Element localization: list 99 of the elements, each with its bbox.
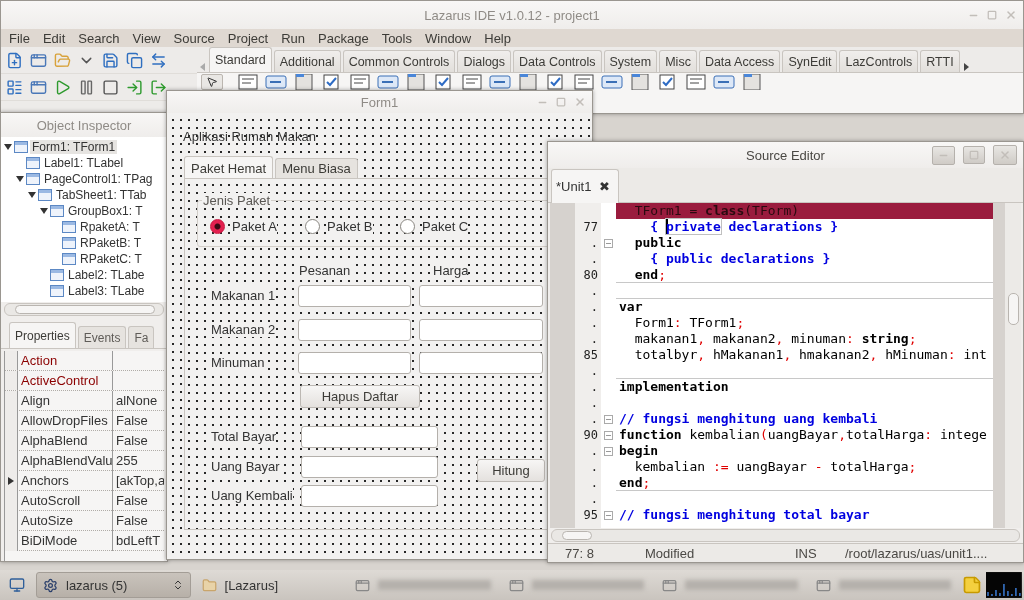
task-button[interactable]: [Lazarus] (194, 572, 345, 598)
palette-tab[interactable]: RTTI (920, 50, 960, 72)
tree-item[interactable]: TabSheet1: TTab (54, 188, 149, 202)
menu-item[interactable]: File (3, 30, 37, 46)
menu-item[interactable]: Tools (375, 30, 419, 46)
line-number: . (589, 331, 599, 347)
property-name: AlphaBlendValu (18, 451, 113, 471)
tree-item[interactable]: Form1: TForm1 (30, 140, 118, 154)
property-name: Align (18, 391, 113, 411)
property-name: BiDiMode (18, 531, 113, 551)
tree-item[interactable]: Label1: TLabel (42, 156, 126, 170)
field-label: Total Bayar (211, 429, 277, 444)
menu-item[interactable]: Edit (36, 30, 73, 46)
property-name: AllowDropFiles (18, 411, 113, 431)
line-number: . (589, 315, 599, 331)
page-tab[interactable]: Menu Biasa (275, 158, 358, 178)
palette-tab[interactable]: SynEdit (782, 50, 838, 72)
radio-label[interactable]: Paket A (232, 219, 277, 234)
palette-tab[interactable]: Data Controls (513, 50, 602, 72)
status-text: /root/lazarus/uas/unit1.... (845, 545, 989, 561)
tree-item[interactable]: Label3: TLabe (66, 284, 147, 298)
palette-tab[interactable]: Dialogs (457, 50, 512, 72)
close-tab-button[interactable]: ✖ (599, 179, 611, 194)
status-text: Modified (645, 545, 696, 561)
window-title: Form1 (360, 94, 399, 110)
line-number: . (589, 379, 599, 395)
property-value[interactable]: False (113, 411, 164, 431)
line-number: . (589, 491, 599, 507)
menu-item[interactable]: Package (312, 30, 376, 46)
palette-tab[interactable]: Additional (273, 50, 341, 72)
status-text: 77: 8 (565, 545, 595, 561)
line-number: . (589, 395, 599, 411)
field-label: Makanan 2 (211, 322, 276, 337)
property-name: ActiveControl (18, 371, 113, 390)
editor-tab[interactable]: *Unit1 ✖ (551, 169, 620, 203)
line-number: 95 (582, 507, 599, 523)
property-name: AutoSize (18, 511, 113, 531)
tree-item[interactable]: RPaketC: T (78, 252, 144, 266)
column-header: Harga (433, 263, 469, 278)
menu-item[interactable]: Project (221, 30, 276, 46)
line-number: . (589, 459, 599, 475)
field-label: Makanan 1 (211, 288, 276, 303)
line-number: . (589, 283, 599, 299)
line-number: . (589, 475, 599, 491)
palette-tab[interactable]: System (603, 50, 658, 72)
property-value[interactable]: bdLeftT (113, 531, 164, 551)
line-number: . (589, 411, 599, 427)
radio-label[interactable]: Paket B (327, 219, 373, 234)
line-number: . (589, 299, 599, 315)
property-value[interactable]: False (113, 431, 164, 451)
menu-item[interactable]: Help (478, 30, 518, 46)
task-button[interactable]: lazarus (5) (36, 572, 191, 598)
line-number: . (589, 235, 599, 251)
tree-item[interactable]: RpaketA: T (78, 220, 142, 234)
menu-item[interactable]: Run (275, 30, 313, 46)
palette-tab[interactable]: Data Access (698, 50, 781, 72)
inspector-tab[interactable]: Events (77, 326, 127, 348)
palette-tab[interactable]: Common Controls (342, 50, 456, 72)
palette-tab[interactable]: LazControls (839, 50, 919, 72)
line-number: . (589, 363, 599, 379)
property-name: AlphaBlend (18, 431, 113, 451)
line-number: 90 (582, 427, 599, 443)
line-number: . (589, 251, 599, 267)
line-number: . (589, 443, 599, 459)
tree-item[interactable]: RPaketB: T (78, 236, 144, 250)
clear-button[interactable]: Hapus Daftar (300, 385, 420, 408)
column-header: Pesanan (299, 263, 351, 278)
property-value[interactable]: alNone (113, 391, 164, 411)
field-label: Minuman (211, 355, 265, 370)
palette-tab[interactable]: Misc (659, 50, 697, 72)
line-number: 77 (582, 219, 599, 235)
group-title: Jenis Paket (202, 193, 272, 208)
line-number: 80 (582, 267, 599, 283)
property-name: Action (18, 351, 113, 370)
palette-tab[interactable]: Standard (209, 47, 272, 72)
menu-item[interactable]: View (126, 30, 168, 46)
window-title: Lazarus IDE v1.0.12 - project1 (424, 7, 600, 23)
window-title: Object Inspector (36, 117, 132, 133)
window-title: Source Editor (746, 147, 825, 163)
property-value[interactable]: 255 (113, 451, 164, 471)
tree-item[interactable]: GroupBox1: T (66, 204, 145, 218)
menu-item[interactable]: Source (167, 30, 222, 46)
inspector-tab[interactable]: Fa (128, 326, 155, 348)
tree-item[interactable]: PageControl1: TPag (42, 172, 155, 186)
property-value[interactable]: False (113, 491, 164, 511)
property-name: Anchors (18, 471, 113, 491)
property-value[interactable]: False (113, 511, 164, 531)
status-text: INS (795, 545, 818, 561)
menu-item[interactable]: Search (72, 30, 127, 46)
radio-label[interactable]: Paket C (422, 219, 469, 234)
line-number: 85 (582, 347, 599, 363)
menu-item[interactable]: Window (419, 30, 479, 46)
field-label: Uang Kembali (211, 488, 293, 503)
calculate-button[interactable]: Hitung (477, 459, 545, 482)
inspector-tab[interactable]: Properties (9, 322, 76, 348)
property-name: AutoScroll (18, 491, 113, 511)
tree-item[interactable]: Label2: TLabe (66, 268, 147, 282)
page-tab[interactable]: Paket Hemat (184, 156, 274, 179)
form-caption: Aplikasi Rumah Makan (183, 129, 316, 144)
